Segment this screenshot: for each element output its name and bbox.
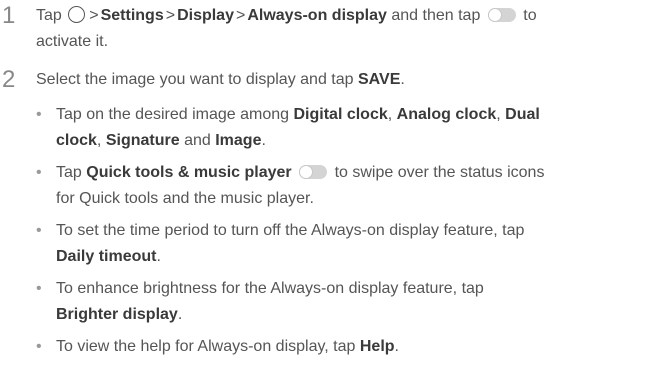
text: ,: [496, 106, 501, 123]
save-label: SAVE: [357, 71, 401, 88]
display-label: Display: [177, 7, 234, 24]
text: Tap on the desired image among: [56, 106, 290, 123]
bullet-text: Tap Quick tools & music player to swipe …: [56, 160, 636, 212]
text: To set the time period to turn off the A…: [56, 222, 525, 239]
text: ,: [387, 106, 393, 123]
text-to: to: [523, 7, 537, 24]
brighter-display-label: Brighter display: [56, 306, 178, 323]
signature-label: Signature: [105, 132, 180, 149]
text: To enhance brightness for the Always-on …: [56, 280, 484, 297]
text: .: [177, 306, 183, 323]
dual-clock-label-cont: clock: [56, 132, 97, 149]
bullet-dot: •: [36, 338, 42, 355]
digital-clock-label: Digital clock: [293, 106, 388, 123]
bullet-text: Tap on the desired image among Digital c…: [56, 102, 636, 154]
text: Tap: [56, 164, 82, 181]
bullet-dot: •: [36, 280, 42, 297]
text-dot: .: [400, 71, 405, 88]
text: .: [394, 338, 399, 355]
text: .: [156, 248, 161, 265]
separator: >: [165, 7, 176, 24]
bullet-dot: •: [36, 222, 42, 239]
step-text: Select the image you want to display and…: [36, 67, 636, 93]
settings-label: Settings: [100, 7, 164, 24]
quick-tools-label: Quick tools & music player: [86, 164, 292, 181]
text-select: Select the image you want to display and…: [36, 71, 354, 88]
dual-clock-label: Dual: [505, 106, 540, 123]
analog-clock-label: Analog clock: [396, 106, 497, 123]
text-activate: activate it.: [36, 33, 109, 50]
text: to swipe over the status icons: [334, 164, 545, 181]
text: for Quick tools and the music player.: [56, 190, 314, 207]
home-circle-icon: [68, 6, 86, 23]
step-number: 2: [2, 66, 16, 93]
step-number: 1: [2, 2, 16, 29]
text-tap: Tap: [36, 7, 62, 24]
separator: >: [235, 7, 246, 24]
bullet-text: To view the help for Always-on display, …: [56, 334, 636, 360]
bullet-dot: •: [36, 106, 42, 123]
always-on-label: Always-on display: [247, 7, 387, 24]
manual-page: 1 Tap > Settings > Display > Always-on displa…: [0, 0, 645, 376]
separator: >: [89, 7, 99, 24]
text: ,: [96, 132, 102, 149]
toggle-switch-icon: [299, 165, 328, 179]
bullet-dot: •: [36, 164, 42, 181]
image-label: Image: [215, 132, 262, 149]
help-label: Help: [359, 338, 395, 355]
bullet-text: To enhance brightness for the Always-on …: [56, 276, 636, 328]
daily-timeout-label: Daily timeout: [56, 248, 157, 265]
text: and: [184, 132, 211, 149]
toggle-switch-icon: [487, 8, 516, 22]
text: To view the help for Always-on display, …: [56, 338, 356, 355]
step-text: Tap > Settings > Display > Always-on display …: [36, 3, 636, 55]
text-then: and then tap: [391, 7, 481, 24]
bullet-text: To set the time period to turn off the A…: [56, 218, 636, 270]
text: .: [261, 132, 266, 149]
